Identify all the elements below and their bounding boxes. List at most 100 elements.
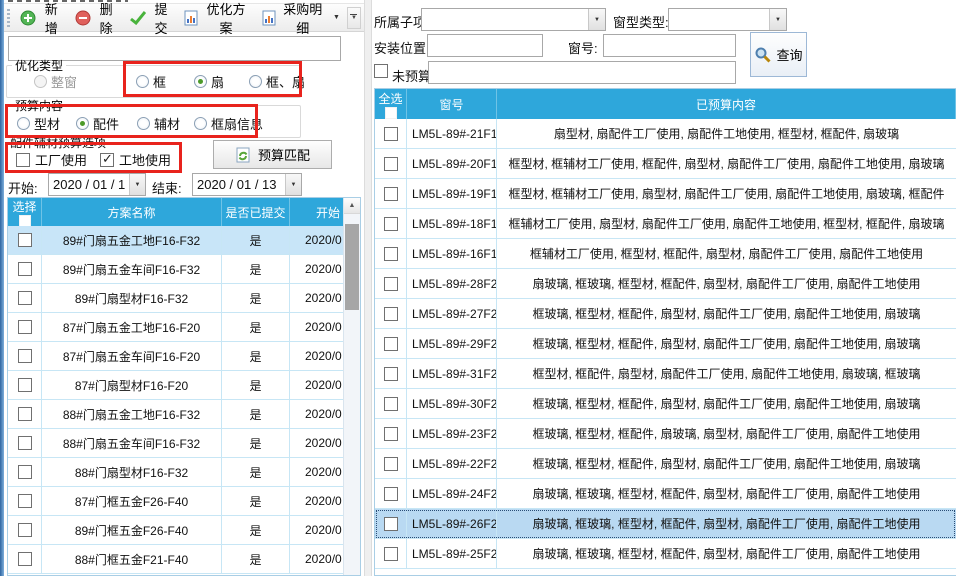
start-date-picker[interactable]: 2020 / 01 / 1 ▼ <box>48 173 146 196</box>
select-all-checkbox[interactable] <box>385 107 397 119</box>
panel-splitter[interactable] <box>364 0 372 576</box>
window-no-input[interactable] <box>603 34 736 57</box>
row-checkbox[interactable] <box>18 523 32 537</box>
scheme-row[interactable]: 88#门扇型材F16-F32是2020/0 <box>8 458 360 487</box>
row-checkbox[interactable] <box>18 349 32 363</box>
row-checkbox[interactable] <box>384 457 398 471</box>
report-icon <box>262 10 276 26</box>
window-type-combobox[interactable]: ▼ <box>668 8 787 31</box>
scheme-row[interactable]: 89#门扇五金车间F16-F32是2020/0 <box>8 255 360 284</box>
row-checkbox[interactable] <box>384 187 398 201</box>
scheme-row[interactable]: 89#门扇型材F16-F32是2020/0 <box>8 284 360 313</box>
scheme-name: 88#门扇五金工地F16-F32 <box>42 400 222 428</box>
scheme-row[interactable]: 88#门框五金F21-F40是2020/0 <box>8 545 360 574</box>
scheme-row[interactable]: 88#门扇五金工地F16-F32是2020/0 <box>8 400 360 429</box>
window-row[interactable]: LM5L-89#-24F22扇玻璃, 框玻璃, 框型材, 框配件, 扇型材, 扇… <box>375 479 956 509</box>
sub-item-dropdown-icon[interactable]: ▼ <box>588 9 605 30</box>
window-row[interactable]: LM5L-89#-23F21框玻璃, 框型材, 框配件, 扇玻璃, 扇型材, 扇… <box>375 419 956 449</box>
end-date-picker[interactable]: 2020 / 01 / 13 ▼ <box>192 173 302 196</box>
select-all-checkbox[interactable] <box>19 215 31 226</box>
window-type-dropdown-icon[interactable]: ▼ <box>769 9 786 30</box>
no-budget-checkbox[interactable] <box>374 64 388 78</box>
budgeted-content: 框玻璃, 框型材, 框配件, 扇玻璃, 扇型材, 扇配件工厂使用, 扇配件工地使… <box>497 419 956 448</box>
window-row[interactable]: LM5L-89#-30F28框玻璃, 框型材, 框配件, 扇型材, 扇配件工厂使… <box>375 389 956 419</box>
radio-option-whole-window[interactable]: 整窗 <box>34 72 77 91</box>
row-checkbox[interactable] <box>18 378 32 392</box>
scheme-row[interactable]: 87#门扇五金工地F16-F20是2020/0 <box>8 313 360 342</box>
row-checkbox[interactable] <box>18 494 32 508</box>
window-row[interactable]: LM5L-89#-31F29框型材, 框配件, 扇型材, 扇配件工厂使用, 扇配… <box>375 359 956 389</box>
window-row[interactable]: LM5L-89#-25F23扇玻璃, 框玻璃, 框型材, 框配件, 扇型材, 扇… <box>375 539 956 569</box>
end-date-value: 2020 / 01 / 13 <box>193 174 285 195</box>
row-checkbox[interactable] <box>384 217 398 231</box>
checkbox-option-factory-use[interactable]: 工厂使用 <box>16 150 87 169</box>
radio-option-frame-sash[interactable]: 框、扇 <box>249 72 305 91</box>
scheme-row[interactable]: 89#门扇五金工地F16-F32是2020/0 <box>8 226 360 255</box>
row-checkbox[interactable] <box>18 465 32 479</box>
row-checkbox[interactable] <box>384 247 398 261</box>
no-budget-input[interactable] <box>428 61 736 84</box>
row-checkbox[interactable] <box>384 427 398 441</box>
scheme-header-select: 选择 <box>8 198 42 226</box>
end-date-label: 结束: <box>152 178 182 197</box>
window-row[interactable]: LM5L-89#-18F16框辅材工厂使用, 扇型材, 扇配件工厂使用, 扇配件… <box>375 209 956 239</box>
scheme-select-cell <box>8 516 42 544</box>
row-checkbox[interactable] <box>384 487 398 501</box>
window-row[interactable]: LM5L-89#-19F17框型材, 框辅材工厂使用, 扇型材, 扇配件工厂使用… <box>375 179 956 209</box>
window-row[interactable]: LM5L-89#-20F18框型材, 框辅材工厂使用, 框配件, 扇型材, 扇配… <box>375 149 956 179</box>
window-row[interactable]: LM5L-89#-27F25框玻璃, 框型材, 框配件, 扇型材, 扇配件工厂使… <box>375 299 956 329</box>
scheme-row[interactable]: 87#门扇五金车间F16-F20是2020/0 <box>8 342 360 371</box>
optimize-plan-button[interactable]: 优化方案 <box>179 0 254 40</box>
row-checkbox[interactable] <box>384 397 398 411</box>
radio-option-accessory[interactable]: 配件 <box>76 114 119 133</box>
row-checkbox[interactable] <box>384 127 398 141</box>
row-checkbox[interactable] <box>384 367 398 381</box>
row-checkbox[interactable] <box>18 320 32 334</box>
window-row[interactable]: LM5L-89#-21F19扇型材, 扇配件工厂使用, 扇配件工地使用, 框型材… <box>375 119 956 149</box>
query-button[interactable]: 查询 <box>750 32 807 77</box>
row-checkbox[interactable] <box>384 337 398 351</box>
scheme-row[interactable]: 88#门扇五金车间F16-F32是2020/0 <box>8 429 360 458</box>
install-position-input[interactable] <box>427 34 543 57</box>
budget-match-button[interactable]: 预算匹配 <box>213 140 332 169</box>
radio-option-frame-sash-info[interactable]: 框扇信息 <box>194 114 263 133</box>
row-checkbox[interactable] <box>384 547 398 561</box>
scroll-up-icon[interactable]: ▲ <box>344 198 360 214</box>
sub-item-combobox[interactable]: ▼ <box>421 8 606 31</box>
row-checkbox[interactable] <box>18 407 32 421</box>
checkbox-option-site-use[interactable]: 工地使用 <box>100 150 171 169</box>
row-checkbox[interactable] <box>384 277 398 291</box>
submit-button[interactable]: 提交 <box>125 0 178 40</box>
window-row[interactable]: LM5L-89#-22F20框玻璃, 框型材, 框配件, 扇型材, 扇配件工厂使… <box>375 449 956 479</box>
budget-table-body: LM5L-89#-21F19扇型材, 扇配件工厂使用, 扇配件工地使用, 框型材… <box>375 119 956 569</box>
row-checkbox[interactable] <box>18 552 32 566</box>
row-checkbox[interactable] <box>384 517 398 531</box>
scrollbar-thumb[interactable] <box>345 224 359 310</box>
row-checkbox[interactable] <box>18 436 32 450</box>
window-row[interactable]: LM5L-89#-26F24扇玻璃, 框玻璃, 框型材, 框配件, 扇型材, 扇… <box>375 509 956 539</box>
radio-option-auxiliary[interactable]: 辅材 <box>137 114 180 133</box>
radio-option-sash[interactable]: 扇 <box>194 72 224 91</box>
row-checkbox[interactable] <box>18 233 32 247</box>
scheme-table-scrollbar[interactable]: ▲ <box>343 198 360 575</box>
start-date-dropdown-icon[interactable]: ▼ <box>129 174 145 195</box>
window-no: LM5L-89#-22F20 <box>407 449 497 478</box>
scheme-row[interactable]: 87#门框五金F26-F40是2020/0 <box>8 487 360 516</box>
window-row[interactable]: LM5L-89#-29F27框玻璃, 框型材, 框配件, 扇型材, 扇配件工厂使… <box>375 329 956 359</box>
row-checkbox[interactable] <box>384 157 398 171</box>
row-checkbox[interactable] <box>18 262 32 276</box>
radio-option-frame[interactable]: 框 <box>136 72 166 91</box>
end-date-dropdown-icon[interactable]: ▼ <box>285 174 301 195</box>
window-row[interactable]: LM5L-89#-16F15框辅材工厂使用, 框型材, 框配件, 扇型材, 扇配… <box>375 239 956 269</box>
radio-option-profile[interactable]: 型材 <box>17 114 60 133</box>
row-checkbox[interactable] <box>18 291 32 305</box>
delete-button[interactable]: 删除 <box>70 0 123 40</box>
row-checkbox[interactable] <box>384 307 398 321</box>
scheme-select-cell <box>8 371 42 399</box>
purchase-detail-button[interactable]: 采购明细 ▼ <box>257 0 345 40</box>
scheme-row[interactable]: 89#门框五金F26-F40是2020/0 <box>8 516 360 545</box>
window-row[interactable]: LM5L-89#-28F26扇玻璃, 框玻璃, 框型材, 框配件, 扇型材, 扇… <box>375 269 956 299</box>
toolbar-overflow-button[interactable]: ▼ <box>347 7 361 29</box>
scheme-row[interactable]: 87#门扇型材F16-F20是2020/0 <box>8 371 360 400</box>
add-button[interactable]: 新增 <box>15 0 68 40</box>
